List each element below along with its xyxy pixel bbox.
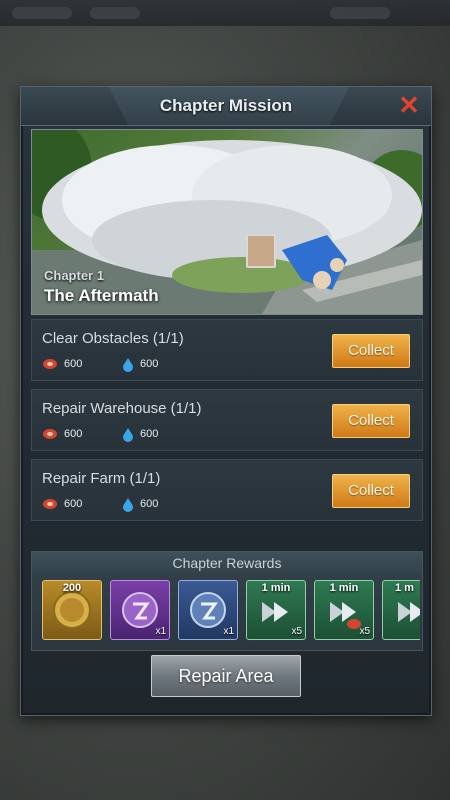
reward-count: x5 — [359, 626, 370, 637]
reward-amount: 200 — [62, 582, 82, 594]
reward-item-speedup[interactable]: 1 min x5 — [314, 580, 374, 640]
reward-item-speedup[interactable]: 1 min x5 — [246, 580, 306, 640]
meat-icon — [43, 429, 57, 439]
meat-amount: 600 — [64, 428, 83, 440]
reward-count: x1 — [155, 626, 166, 637]
avatar — [246, 234, 276, 268]
speedup-icon — [398, 602, 420, 622]
reward-count: x1 — [223, 626, 234, 637]
mission-name: Clear Obstacles (1/1) — [42, 330, 184, 347]
meat-reward: 600 — [42, 426, 82, 442]
water-drop-icon — [123, 497, 133, 512]
reward-item-purple-badge[interactable]: x1 — [110, 580, 170, 640]
meat-icon — [43, 499, 57, 509]
chapter-mission-dialog: Chapter Mission ✕ Chapter 1 The Aftermat… — [20, 86, 432, 716]
water-amount: 600 — [140, 498, 159, 510]
gold-coin-icon — [53, 591, 91, 629]
speedup-icon — [262, 602, 288, 622]
collect-button[interactable]: Collect — [332, 474, 410, 508]
meat-reward: 600 — [42, 496, 82, 512]
purple-badge-icon — [122, 592, 158, 628]
water-amount: 600 — [140, 428, 159, 440]
mission-row: Repair Warehouse (1/1) 600 600 Collect — [31, 389, 423, 451]
blue-badge-icon — [190, 592, 226, 628]
speedup-icon — [330, 602, 361, 629]
chapter-name: The Aftermath — [44, 286, 159, 305]
meat-amount: 600 — [64, 358, 83, 370]
chapter-banner: Chapter 1 The Aftermath — [31, 129, 423, 315]
meat-reward: 600 — [42, 356, 82, 372]
water-amount: 600 — [140, 358, 159, 370]
water-reward: 600 — [122, 496, 158, 512]
repair-area-button[interactable]: Repair Area — [151, 655, 301, 697]
water-reward: 600 — [122, 356, 158, 372]
reward-item-gold[interactable]: 200 — [42, 580, 102, 640]
chapter-rewards-panel: Chapter Rewards 200 x1 x1 1 min x5 1 min — [31, 551, 423, 651]
reward-item-speedup[interactable]: 1 m — [382, 580, 420, 640]
water-reward: 600 — [122, 426, 158, 442]
mission-row: Repair Farm (1/1) 600 600 Collect — [31, 459, 423, 521]
dialog-title: Chapter Mission — [159, 96, 293, 115]
meat-icon — [43, 359, 57, 369]
meat-amount: 600 — [64, 498, 83, 510]
collect-button[interactable]: Collect — [332, 334, 410, 368]
mission-name: Repair Warehouse (1/1) — [42, 400, 202, 417]
collect-button[interactable]: Collect — [332, 404, 410, 438]
water-drop-icon — [123, 357, 133, 372]
reward-item-blue-badge[interactable]: x1 — [178, 580, 238, 640]
chapter-number: Chapter 1 — [44, 268, 104, 283]
rewards-title: Chapter Rewards — [32, 552, 422, 574]
mission-name: Repair Farm (1/1) — [42, 470, 161, 487]
rewards-list[interactable]: 200 x1 x1 1 min x5 1 min x5 1 m — [40, 580, 420, 642]
dialog-header: Chapter Mission ✕ — [21, 87, 431, 126]
mission-row: Clear Obstacles (1/1) 600 600 Collect — [31, 319, 423, 381]
close-icon[interactable]: ✕ — [395, 91, 423, 119]
reward-count: x5 — [291, 626, 302, 637]
water-drop-icon — [123, 427, 133, 442]
